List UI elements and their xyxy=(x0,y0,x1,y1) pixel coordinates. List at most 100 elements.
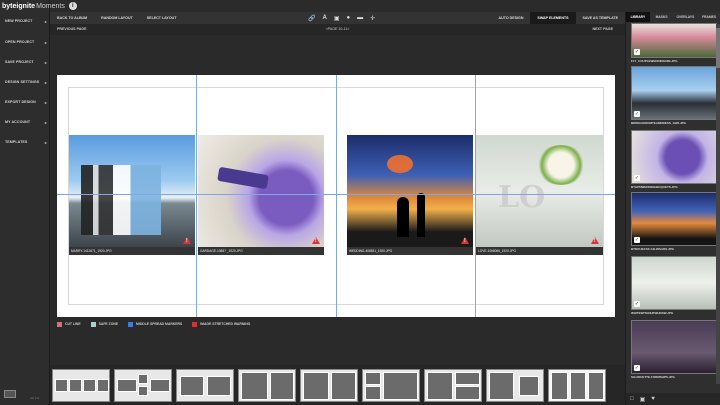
image-icon[interactable]: ▬ xyxy=(357,15,363,21)
thumb-image: ✓ xyxy=(631,23,717,58)
panel-scrollbar[interactable] xyxy=(716,24,720,384)
menu-label: EXPORT DESIGN xyxy=(5,100,36,104)
auto-design-button[interactable]: AUTO DESIGN xyxy=(492,12,531,24)
thumbs-up-icon: ✓ xyxy=(634,365,640,371)
tab-overlays[interactable]: OVERLAYS xyxy=(674,12,698,22)
layout-option[interactable] xyxy=(238,369,296,402)
menu-label: MY ACCOUNT xyxy=(5,120,31,124)
left-menu: byteignite Moments i NEW PROJECT ▸ OPEN P… xyxy=(0,0,77,405)
layout-option[interactable] xyxy=(176,369,234,402)
chevron-right-icon: ▸ xyxy=(44,99,47,105)
menu-open-project[interactable]: OPEN PROJECT ▸ xyxy=(0,36,50,48)
guide-line xyxy=(475,75,476,317)
thumb-caption: BYHPNWEDDINGBOQUETS.JPG xyxy=(631,185,678,189)
library-panel: LIBRARY MASKS OVERLAYS FRAMES ✓ FLY_COUP… xyxy=(625,12,720,405)
lock-icon[interactable]: ▣ xyxy=(334,15,340,22)
panel-actions: □ ▣ ♥ xyxy=(626,393,720,405)
stretched-warning-icon xyxy=(183,237,191,244)
scroll-thumb[interactable] xyxy=(716,28,720,68)
guide-line xyxy=(196,75,197,317)
menu-my-account[interactable]: MY ACCOUNT ▸ xyxy=(0,116,50,128)
stretched-warning-icon xyxy=(461,237,469,244)
library-thumb[interactable]: ✓ BRIDEGROOMTEAMDRESS_1920.JPG xyxy=(631,66,717,127)
random-layout-button[interactable]: RANDOM LAYOUT xyxy=(94,12,140,24)
panel-tabs: LIBRARY MASKS OVERLAYS FRAMES xyxy=(626,12,720,22)
heart-icon[interactable]: ♥ xyxy=(651,396,655,402)
photo-image: LO xyxy=(476,135,603,249)
info-icon[interactable]: i xyxy=(68,2,77,10)
app-logo: byteignite Moments i xyxy=(2,1,90,11)
thumbs-up-icon: ✓ xyxy=(634,111,640,117)
legend: CUT LINE SAFE ZONE MIDDLE SPREAD MARKERS… xyxy=(57,320,250,328)
library-thumb[interactable]: ✓ WHITEWITHNHFWHRAW.JPG xyxy=(631,256,717,317)
top-toolbar: BACK TO ALBUM RANDOM LAYOUT SELECT LAYOU… xyxy=(50,12,625,24)
photo-image xyxy=(69,135,195,249)
album-spread[interactable]: MARRY-1412671_1920.JPG GARDAGE-1088? _19… xyxy=(57,75,615,317)
menu-save-project[interactable]: SAVE PROJECT ▸ xyxy=(0,56,50,68)
layout-strip xyxy=(50,365,625,405)
menu-export-design[interactable]: EXPORT DESIGN ▸ xyxy=(0,96,50,108)
fill-icon[interactable]: ● xyxy=(347,15,351,21)
library-thumb[interactable]: ✓ BTDOUECSF-CB.WAHOS.JPG xyxy=(631,192,717,253)
swatch xyxy=(90,321,96,327)
photo-caption: WEDDING-408831_1920.JPG xyxy=(347,247,473,255)
save-as-template-button[interactable]: SAVE AS TEMPLATE xyxy=(576,12,625,24)
thumb-image: ✓ xyxy=(631,66,717,120)
legend-label: SAFE ZONE xyxy=(98,322,119,326)
menu-templates[interactable]: TEMPLATES ▸ xyxy=(0,136,50,148)
keyboard-icon[interactable] xyxy=(4,390,16,398)
swap-elements-button[interactable]: SWAP ELEMENTS xyxy=(530,12,576,24)
version-label: ver 1.0 xyxy=(30,396,40,400)
image-icon[interactable]: ▣ xyxy=(640,396,646,403)
menu-design-settings[interactable]: DESIGN SETTINGS ▸ xyxy=(0,76,50,88)
import-icon[interactable]: □ xyxy=(630,396,634,402)
menu-label: NEW PROJECT xyxy=(5,19,33,23)
chevron-right-icon: ▸ xyxy=(44,18,47,24)
legend-stretched-warning: IMAGE STRETCHED WARNING xyxy=(192,321,251,327)
library-thumb[interactable]: ✓ FLY_COUPLEWEDDING02B.JPG xyxy=(631,23,717,65)
photo-frame-2[interactable]: GARDAGE-1088? _1920.JPG xyxy=(198,135,324,255)
layout-option[interactable] xyxy=(52,369,110,402)
text-icon[interactable]: A xyxy=(322,15,326,21)
back-to-album-button[interactable]: BACK TO ALBUM xyxy=(50,12,94,24)
library-thumb[interactable]: ✓ SILHOUETTE-FORMSHPS.JPG xyxy=(631,320,717,381)
swatch xyxy=(192,321,198,327)
next-page-button[interactable]: NEXT PAGE xyxy=(592,27,613,31)
thumb-caption: WHITEWITHNHFWHRAW.JPG xyxy=(631,311,674,315)
link-icon[interactable]: 🔗 xyxy=(308,15,315,22)
thumb-image: ✓ xyxy=(631,320,717,374)
tab-masks[interactable]: MASKS xyxy=(650,12,674,22)
menu-new-project[interactable]: NEW PROJECT ▸ xyxy=(0,15,50,27)
thumbs-up-icon: ✓ xyxy=(634,237,640,243)
photo-frame-3[interactable]: WEDDING-408831_1920.JPG xyxy=(347,135,473,255)
page-indicator: <PAGE 10-11> xyxy=(325,27,350,31)
middle-spread-marker xyxy=(336,75,337,317)
page-navigation: PREVIOUS PAGE <PAGE 10-11> NEXT PAGE xyxy=(50,24,625,35)
menu-label: SAVE PROJECT xyxy=(5,60,34,64)
layout-option[interactable] xyxy=(300,369,358,402)
thumb-image: ✓ xyxy=(631,256,717,310)
legend-label: IMAGE STRETCHED WARNING xyxy=(200,322,251,326)
photo-frame-1[interactable]: MARRY-1412671_1920.JPG xyxy=(69,135,195,255)
love-sculpture: LO xyxy=(498,180,546,215)
layout-option[interactable] xyxy=(486,369,544,402)
layout-option[interactable] xyxy=(548,369,606,402)
legend-safe-zone: SAFE ZONE xyxy=(90,321,119,327)
photo-image xyxy=(198,135,324,249)
chevron-right-icon: ▸ xyxy=(44,139,47,145)
legend-label: MIDDLE SPREAD MARKERS xyxy=(136,322,183,326)
tab-frames[interactable]: FRAMES xyxy=(697,12,720,22)
library-thumb[interactable]: ✓ BYHPNWEDDINGBOQUETS.JPG xyxy=(631,130,717,191)
layout-option[interactable] xyxy=(362,369,420,402)
thumb-image: ✓ xyxy=(631,130,717,184)
tab-library[interactable]: LIBRARY xyxy=(626,12,650,22)
stretched-warning-icon xyxy=(312,237,320,244)
layout-option[interactable] xyxy=(114,369,172,402)
photo-frame-4[interactable]: LO LOVE-1066066_1920.JPG xyxy=(476,135,603,255)
select-layout-button[interactable]: SELECT LAYOUT xyxy=(140,12,184,24)
center-icon[interactable]: ✛ xyxy=(370,15,375,22)
thumbs-up-icon: ✓ xyxy=(634,49,640,55)
thumbs-up-icon: ✓ xyxy=(634,301,640,307)
layout-option[interactable] xyxy=(424,369,482,402)
stretched-warning-icon xyxy=(591,237,599,244)
